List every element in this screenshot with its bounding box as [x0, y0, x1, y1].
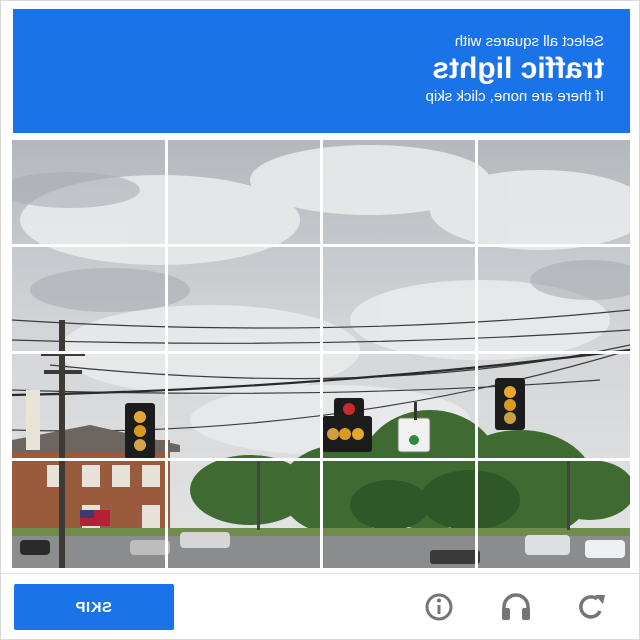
footer-divider	[1, 573, 640, 574]
audio-headphones-icon[interactable]	[498, 589, 534, 625]
grid-tile-r3-c4[interactable]	[478, 354, 630, 458]
image-tile-grid	[12, 140, 630, 568]
skip-button-label: SKIP	[75, 598, 113, 616]
grid-tile-r2-c2[interactable]	[168, 247, 320, 351]
grid-tile-r4-c1[interactable]	[12, 461, 165, 568]
target-object-text: traffic lights	[432, 52, 604, 85]
challenge-header: Select all squares with traffic lights I…	[13, 9, 630, 133]
grid-tile-r4-c4[interactable]	[478, 461, 630, 568]
grid-tile-r2-c1[interactable]	[12, 247, 165, 351]
skip-button[interactable]: SKIP	[14, 584, 174, 630]
grid-tile-r4-c3[interactable]	[323, 461, 475, 568]
grid-tile-r4-c2[interactable]	[168, 461, 320, 568]
captcha-challenge-frame: Select all squares with traffic lights I…	[0, 0, 640, 640]
grid-tile-r1-c4[interactable]	[478, 140, 630, 244]
reload-icon[interactable]	[573, 589, 609, 625]
grid-tile-r1-c1[interactable]	[12, 140, 165, 244]
grid-tile-r2-c3[interactable]	[323, 247, 475, 351]
info-icon[interactable]	[421, 589, 457, 625]
grid-tile-r3-c1[interactable]	[12, 354, 165, 458]
grid-tile-r3-c3[interactable]	[323, 354, 475, 458]
grid-tile-r1-c3[interactable]	[323, 140, 475, 244]
instruction-text: Select all squares with	[454, 33, 604, 50]
grid-tile-r2-c4[interactable]	[478, 247, 630, 351]
skip-hint-text: If there are none, click skip	[425, 88, 604, 105]
grid-tile-r3-c2[interactable]	[168, 354, 320, 458]
grid-tile-r1-c2[interactable]	[168, 140, 320, 244]
